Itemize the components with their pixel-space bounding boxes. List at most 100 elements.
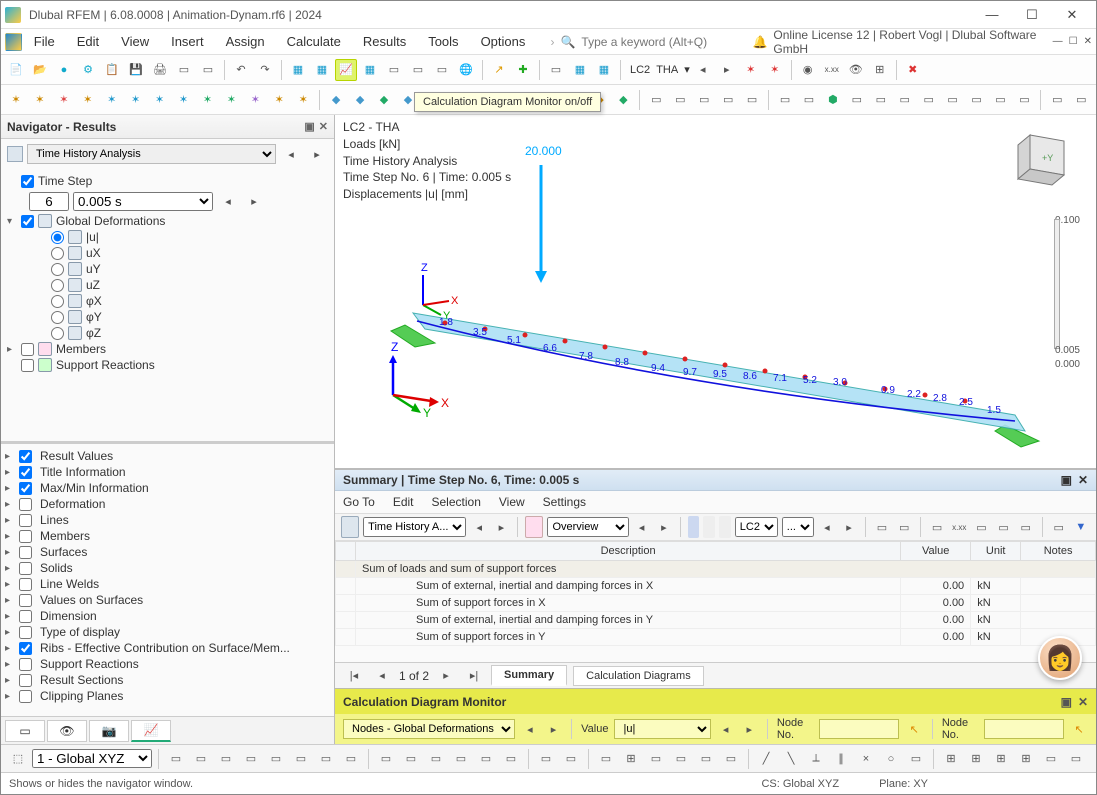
star2-icon[interactable]: ✶ [764, 59, 786, 81]
prev3[interactable]: ◂ [818, 516, 836, 538]
diag-dock-icon[interactable]: ▣ [1061, 695, 1072, 709]
lower-check-11[interactable] [19, 626, 32, 639]
b6[interactable]: ▭ [290, 748, 312, 770]
b1[interactable]: ▭ [165, 748, 187, 770]
b20[interactable]: ▭ [670, 748, 692, 770]
b24[interactable]: ╲ [780, 748, 802, 770]
new-icon[interactable]: 📄 [5, 59, 27, 81]
pg-last[interactable]: ▸| [463, 665, 485, 687]
b10[interactable]: ▭ [400, 748, 422, 770]
t2-44[interactable]: ▭ [1070, 89, 1092, 111]
b17[interactable]: ▭ [595, 748, 617, 770]
d-next1[interactable]: ▸ [545, 718, 563, 740]
menu-tools[interactable]: Tools [418, 31, 468, 52]
lower-check-0[interactable] [19, 450, 32, 463]
b16[interactable]: ▭ [560, 748, 582, 770]
diag-val-combo[interactable]: |u| [614, 719, 710, 739]
lower-check-10[interactable] [19, 610, 32, 623]
app-menu-icon[interactable] [5, 33, 22, 51]
b29[interactable]: ▭ [905, 748, 927, 770]
t2-36[interactable]: ▭ [870, 89, 892, 111]
star-icon[interactable]: ✶ [740, 59, 762, 81]
nav-tab-1[interactable]: ▭ [5, 720, 45, 742]
support-check[interactable] [21, 359, 34, 372]
def-item-0[interactable]: |u| [7, 229, 328, 245]
lower-check-4[interactable] [19, 514, 32, 527]
b11[interactable]: ▭ [425, 748, 447, 770]
t2-37[interactable]: ▭ [894, 89, 916, 111]
diag-combo1[interactable]: Nodes - Global Deformations [343, 719, 515, 739]
t2-12[interactable]: ✶ [268, 89, 290, 111]
menu-calculate[interactable]: Calculate [277, 31, 351, 52]
menu-insert[interactable]: Insert [161, 31, 214, 52]
timestep-no-input[interactable] [29, 192, 69, 211]
def-item-6[interactable]: φZ [7, 325, 328, 341]
col-desc[interactable]: Description [356, 542, 901, 561]
t2-32[interactable]: ▭ [774, 89, 796, 111]
t2-28[interactable]: ▭ [669, 89, 691, 111]
members-check[interactable] [21, 343, 34, 356]
table-row[interactable]: Sum of support forces in Y0.00kN [336, 629, 1096, 646]
def-radio-5[interactable] [51, 311, 64, 324]
lower-item-12[interactable]: ▸Ribs - Effective Contribution on Surfac… [5, 640, 330, 656]
d-prev2[interactable]: ◂ [717, 718, 735, 740]
col1[interactable] [688, 516, 700, 538]
b31[interactable]: ⊞ [965, 748, 987, 770]
lower-item-11[interactable]: ▸Type of display [5, 624, 330, 640]
cloud-icon[interactable]: ● [53, 59, 75, 81]
next-ana[interactable]: ▸ [306, 143, 328, 165]
view-icon[interactable]: ▦ [593, 59, 615, 81]
lower-item-15[interactable]: ▸Clipping Planes [5, 688, 330, 704]
t2-27[interactable]: ▭ [645, 89, 667, 111]
lower-check-15[interactable] [19, 690, 32, 703]
sm-view[interactable]: View [499, 495, 525, 509]
table-row[interactable]: Sum of external, inertial and damping fo… [336, 578, 1096, 595]
script-icon[interactable]: ▭ [383, 59, 405, 81]
timestep-node[interactable]: Time Step [7, 173, 328, 189]
gear-icon[interactable]: ⚙ [77, 59, 99, 81]
b35[interactable]: ▭ [1065, 748, 1087, 770]
def-item-5[interactable]: φY [7, 309, 328, 325]
b12[interactable]: ▭ [450, 748, 472, 770]
t2-35[interactable]: ▭ [846, 89, 868, 111]
b2[interactable]: ▭ [190, 748, 212, 770]
prev2[interactable]: ◂ [633, 516, 651, 538]
close-panel-icon[interactable]: ✕ [319, 120, 328, 133]
t2-26[interactable]: ◆ [612, 89, 634, 111]
lower-check-9[interactable] [19, 594, 32, 607]
doc2-icon[interactable]: ▭ [197, 59, 219, 81]
diagram-monitor-button[interactable]: 📈 [335, 59, 357, 81]
pg-first[interactable]: |◂ [343, 665, 365, 687]
calc-icon[interactable]: ▭ [407, 59, 429, 81]
grid2-icon[interactable]: ⊞ [869, 59, 891, 81]
menu-edit[interactable]: Edit [67, 31, 109, 52]
tab-calcdiag[interactable]: Calculation Diagrams [573, 666, 704, 686]
def-item-3[interactable]: uZ [7, 277, 328, 293]
lower-item-6[interactable]: ▸Surfaces [5, 544, 330, 560]
lower-check-1[interactable] [19, 466, 32, 479]
lower-check-13[interactable] [19, 658, 32, 671]
d-next2[interactable]: ▸ [740, 718, 758, 740]
t2-13[interactable]: ✶ [292, 89, 314, 111]
lower-item-2[interactable]: ▸Max/Min Information [5, 480, 330, 496]
t2-2[interactable]: ✶ [29, 89, 51, 111]
pg-prev[interactable]: ◂ [371, 665, 393, 687]
lower-check-5[interactable] [19, 530, 32, 543]
nav-tab-2[interactable]: 👁 [47, 720, 87, 742]
t2-16[interactable]: ◆ [373, 89, 395, 111]
col-notes[interactable]: Notes [1021, 542, 1096, 561]
ts-next[interactable]: ▸ [243, 190, 265, 212]
table2-icon[interactable]: ▦ [311, 59, 333, 81]
layer-icon[interactable]: ▭ [545, 59, 567, 81]
t2-33[interactable]: ▭ [798, 89, 820, 111]
lower-item-0[interactable]: ▸Result Values [5, 448, 330, 464]
d-pick1[interactable]: ↖ [905, 718, 923, 740]
menu-assign[interactable]: Assign [216, 31, 275, 52]
col-val[interactable]: Value [901, 542, 971, 561]
save-icon[interactable]: 💾 [125, 59, 147, 81]
def-item-2[interactable]: uY [7, 261, 328, 277]
diag-node-input2[interactable] [984, 719, 1064, 739]
timestep-val-combo[interactable]: 0.005 s [73, 192, 213, 211]
search-box[interactable]: › 🔍 [550, 35, 750, 49]
overview-combo[interactable]: Overview [547, 517, 628, 537]
